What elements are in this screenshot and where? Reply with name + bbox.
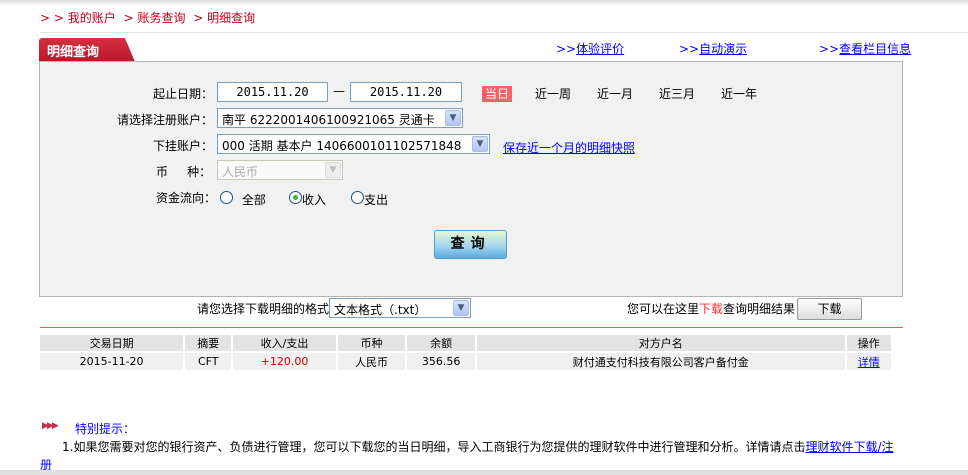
sub-account-value: 000 活期 基本户 1406600101102571848 xyxy=(222,139,462,153)
note-1: 1.如果您需要对您的银行资产、负债进行管理，您可以下载您的当日明细，导入工商银行… xyxy=(62,440,806,454)
breadcrumb-my-account[interactable]: > > 我的账户 xyxy=(40,11,116,25)
link-feedback[interactable]: >>体验评价 xyxy=(556,40,624,57)
chevron-down-icon[interactable]: ▼ xyxy=(445,110,461,126)
account-select[interactable]: 南平 6222001406100921065 灵通卡 ▼ xyxy=(217,108,463,128)
top-shadow xyxy=(0,0,968,6)
currency-select: 人民币 ▼ xyxy=(217,160,343,180)
start-date-input[interactable]: 2015.11.20 xyxy=(217,82,328,102)
link-label[interactable]: 自动演示 xyxy=(699,42,747,56)
link-column-info[interactable]: >>查看栏目信息 xyxy=(819,40,911,57)
cell-action: 详情 xyxy=(845,351,894,370)
flow-label: 资金流向： xyxy=(156,191,217,205)
chevron-down-icon[interactable]: ▼ xyxy=(472,136,488,152)
range-month[interactable]: 近一月 xyxy=(597,85,633,102)
download-hint: 您可以在这里下载查询明细结果 xyxy=(627,300,795,317)
chevron-down-icon[interactable]: ▼ xyxy=(453,300,469,316)
flow-expense-label: 支出 xyxy=(364,193,389,207)
currency-label: 币 种： xyxy=(156,165,212,179)
table-header: 交易日期 摘要 收入/支出 币种 余额 对方户名 操作 xyxy=(40,335,894,352)
link-auto-demo[interactable]: >>自动演示 xyxy=(679,40,747,57)
download-button[interactable]: 下载 xyxy=(797,298,862,320)
notes-title: 特别提示： xyxy=(75,422,136,436)
col-summary: 摘要 xyxy=(184,335,234,352)
col-action: 操作 xyxy=(845,335,894,352)
notes-text: 1.如果您需要对您的银行资产、负债进行管理，您可以下载您的当日明细，导入工商银行… xyxy=(40,438,902,474)
radio-income[interactable] xyxy=(289,191,302,204)
bottom-bar xyxy=(0,470,968,475)
format-select[interactable]: 文本格式（.txt） ▼ xyxy=(329,298,471,318)
link-prefix: >> xyxy=(556,42,577,56)
flow-all-label: 全部 xyxy=(241,193,266,207)
cell-amount: +120.00 xyxy=(232,351,338,370)
flow-income-label: 收入 xyxy=(302,193,327,207)
table-row: 2015-11-20 CFT +120.00 人民币 356.56 财付通支付科… xyxy=(40,351,894,370)
link-prefix: >> xyxy=(679,42,700,56)
snapshot-link[interactable]: 保存近一个月的明细快照 xyxy=(503,139,635,156)
date-dash: — xyxy=(333,84,345,98)
hint-pre: 您可以在这里 xyxy=(627,302,700,316)
triple-arrow-icon: ▶▶▶ xyxy=(42,421,59,431)
range-year[interactable]: 近一年 xyxy=(721,85,757,102)
detail-table: 交易日期 摘要 收入/支出 币种 余额 对方户名 操作 2015-11-20 C… xyxy=(40,335,894,370)
link-label[interactable]: 体验评价 xyxy=(576,42,624,56)
date-label: 起止日期： xyxy=(152,87,213,101)
flow-all[interactable]: 全部 xyxy=(220,191,266,208)
format-value: 文本格式（.txt） xyxy=(334,303,427,317)
divider xyxy=(40,32,968,33)
breadcrumb: > > 我的账户 > 账务查询 > 明细查询 xyxy=(40,9,259,26)
link-prefix: >> xyxy=(819,42,840,56)
cell-summary: CFT xyxy=(184,351,234,370)
detail-link[interactable]: 详情 xyxy=(858,356,880,369)
flow-income[interactable]: 收入 xyxy=(289,191,326,208)
divider-red xyxy=(40,327,903,328)
sub-account-select[interactable]: 000 活期 基本户 1406600101102571848 ▼ xyxy=(217,134,490,154)
flow-expense[interactable]: 支出 xyxy=(351,191,388,208)
range-today[interactable]: 当日 xyxy=(482,85,513,102)
range-3months[interactable]: 近三月 xyxy=(659,85,695,102)
format-label: 请您选择下载明细的格式 xyxy=(197,302,330,316)
cell-counterparty: 财付通支付科技有限公司客户备付金 xyxy=(475,351,847,370)
breadcrumb-detail-query[interactable]: > 明细查询 xyxy=(193,11,255,25)
chevron-down-icon: ▼ xyxy=(325,162,341,178)
range-today-label[interactable]: 当日 xyxy=(482,86,513,102)
col-date: 交易日期 xyxy=(40,335,186,352)
radio-all[interactable] xyxy=(220,191,233,204)
tab-detail-query[interactable]: 明细查询 xyxy=(39,38,135,62)
col-counterparty: 对方户名 xyxy=(475,335,847,352)
query-button[interactable]: 查询 xyxy=(434,230,507,259)
cell-balance: 356.56 xyxy=(406,351,477,370)
end-date-input[interactable]: 2015.11.20 xyxy=(350,82,462,102)
range-week[interactable]: 近一周 xyxy=(535,85,571,102)
breadcrumb-account-query[interactable]: > 账务查询 xyxy=(124,11,186,25)
radio-expense[interactable] xyxy=(351,191,364,204)
hint-download: 下载 xyxy=(699,302,724,316)
account-value: 南平 6222001406100921065 灵通卡 xyxy=(222,113,435,127)
col-currency: 币种 xyxy=(336,335,408,352)
sub-account-label: 下挂账户： xyxy=(152,139,213,153)
cell-date: 2015-11-20 xyxy=(40,351,186,370)
currency-value: 人民币 xyxy=(222,165,259,179)
cell-currency: 人民币 xyxy=(336,351,408,370)
col-balance: 余额 xyxy=(406,335,477,352)
hint-post: 查询明细结果 xyxy=(723,302,796,316)
link-label[interactable]: 查看栏目信息 xyxy=(839,42,911,56)
account-label: 请选择注册账户： xyxy=(116,113,213,127)
col-amount: 收入/支出 xyxy=(232,335,338,352)
